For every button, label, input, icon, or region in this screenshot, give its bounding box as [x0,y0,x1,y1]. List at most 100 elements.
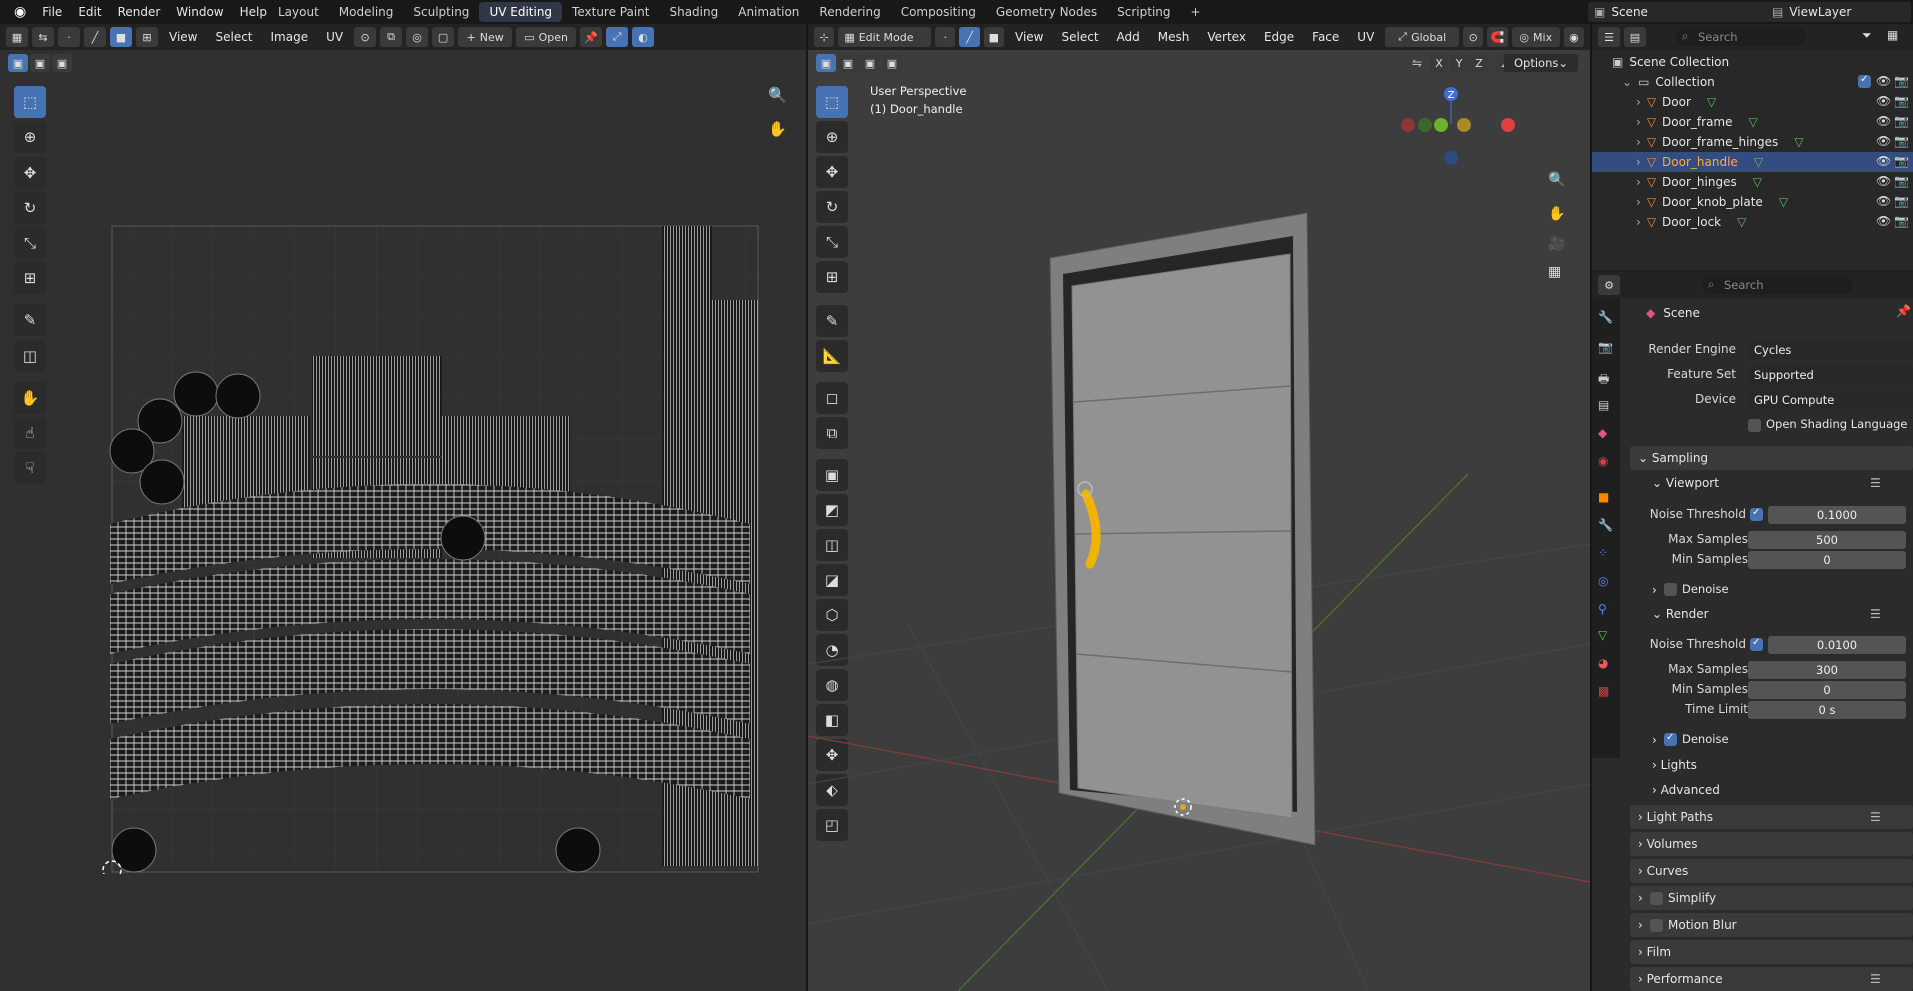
outliner-item[interactable]: › ▽ Door ▽ 👁 📷 [1592,92,1913,112]
pivot-icon[interactable]: ⊙ [354,27,377,47]
tab-rendering[interactable]: Rendering [809,2,890,22]
item-render-icon[interactable]: 📷 [1894,134,1909,148]
simplify-checkbox[interactable] [1650,892,1663,905]
outliner-item[interactable]: › ▽ Door_lock ▽ 👁 📷 [1592,212,1913,232]
menu-render[interactable]: Render [110,5,169,19]
mesh-data-icon[interactable]: ▽ [1754,155,1763,169]
r-max-field[interactable]: 300 [1748,661,1906,679]
mesh-data-icon[interactable]: ▽ [1753,175,1762,189]
open-image-button[interactable]: ▭ Open [516,27,577,47]
scene-selector[interactable]: ▣ Scene [1588,2,1778,22]
outliner-search[interactable]: ⌕ Search [1676,27,1806,46]
scene-collection-row[interactable]: ▣ Scene Collection [1592,52,1858,72]
transform-tool-icon[interactable]: ⊞ [14,262,46,294]
collection-row[interactable]: ⌄ ▭ Collection 👁 📷 [1592,72,1913,92]
uv-menu-select[interactable]: Select [208,30,259,44]
performance-presets-icon[interactable]: ☰ [1870,972,1881,986]
vp-denoise-checkbox[interactable] [1664,583,1677,596]
physics-tab-icon[interactable]: ◎ [1598,574,1608,588]
texture-tab-icon[interactable]: ▩ [1598,684,1609,698]
lights-subpanel[interactable]: › Lights [1652,758,1697,772]
output-tab-icon[interactable]: 🖶 [1598,370,1609,391]
item-expand-icon[interactable]: › [1636,95,1641,109]
relax-tool-icon[interactable]: ☝ [14,417,46,449]
uv-gizmo-icon[interactable]: ⤢ [606,27,629,47]
modifier-tab-icon[interactable]: 🔧 [1598,518,1613,532]
item-visibility-icon[interactable]: 👁 [1876,154,1891,168]
material-tab-icon[interactable]: ◕ [1598,656,1608,670]
cursor-tool-icon[interactable]: ⊕ [14,121,46,153]
tab-sculpting[interactable]: Sculpting [403,2,479,22]
edge-select-icon[interactable]: ╱ [84,27,106,47]
item-expand-icon[interactable]: › [1636,195,1641,209]
collection-expand-icon[interactable]: ⌄ [1622,75,1632,89]
rotate-tool-icon[interactable]: ↻ [14,192,46,224]
constraints-tab-icon[interactable]: ⚲ [1598,602,1607,616]
collection-visibility-icon[interactable]: 👁 [1876,74,1891,88]
vp-noise-checkbox[interactable] [1750,507,1763,521]
device-dropdown[interactable]: GPU Compute [1748,391,1913,409]
light-paths-presets-icon[interactable]: ☰ [1870,810,1881,824]
mesh-data-icon[interactable]: ▽ [1779,195,1788,209]
tab-modeling[interactable]: Modeling [329,2,404,22]
image-browse-icon[interactable]: ▢ [432,27,455,47]
sync-selection-icon[interactable]: ⇆ [32,27,54,47]
r-denoise-expand-icon[interactable]: › [1652,733,1657,747]
item-visibility-icon[interactable]: 👁 [1876,214,1891,228]
editor-type-icon[interactable]: ▦ [6,27,28,47]
outliner-item[interactable]: › ▽ Door_hinges ▽ 👁 📷 [1592,172,1913,192]
item-visibility-icon[interactable]: 👁 [1876,134,1891,148]
render-engine-dropdown[interactable]: Cycles [1748,341,1913,359]
zoom-icon[interactable]: 🔍 [768,86,787,104]
uv-menu-view[interactable]: View [162,30,204,44]
viewport-presets-icon[interactable]: ☰ [1870,476,1881,490]
view-layer-tab-icon[interactable]: ▤ [1598,398,1609,412]
sticky-select-icon[interactable]: ⊞ [136,27,158,47]
mesh-data-icon[interactable]: ▽ [1737,215,1746,229]
blender-logo-icon[interactable]: ◉ [6,4,34,20]
tab-uv-editing[interactable]: UV Editing [479,2,563,22]
r-noise-field[interactable]: 0.0100 [1768,636,1906,654]
motion-blur-expand-icon[interactable]: › [1638,918,1643,932]
mesh-data-icon[interactable]: ▽ [1749,115,1758,129]
pinch-tool-icon[interactable]: ☟ [14,452,46,484]
item-render-icon[interactable]: 📷 [1894,214,1909,228]
item-visibility-icon[interactable]: 👁 [1876,194,1891,208]
vp-noise-field[interactable]: 0.1000 [1768,506,1906,524]
uv-menu-image[interactable]: Image [264,30,316,44]
outliner-item[interactable]: › ▽ Door_frame ▽ 👁 📷 [1592,112,1913,132]
motion-blur-checkbox[interactable] [1650,919,1663,932]
outliner-item[interactable]: › ▽ Door_knob_plate ▽ 👁 📷 [1592,192,1913,212]
mesh-data-icon[interactable]: ▽ [1707,95,1716,109]
vp-min-field[interactable]: 0 [1748,551,1906,569]
advanced-subpanel[interactable]: › Advanced [1652,783,1720,797]
scene-tab-icon[interactable]: ◆ [1598,426,1607,440]
tab-texture-paint[interactable]: Texture Paint [562,2,659,22]
new-collection-icon[interactable]: ▦ [1887,28,1898,42]
rip-tool-icon[interactable]: ◫ [14,340,46,372]
item-render-icon[interactable]: 📷 [1894,174,1909,188]
feature-set-dropdown[interactable]: Supported [1748,366,1913,384]
item-render-icon[interactable]: 📷 [1894,114,1909,128]
3d-viewport[interactable]: ⊹ ▦ Edit Mode · ╱ ■ View Select Add Mesh… [808,24,1590,991]
select-box-tool-icon[interactable]: ⬚ [14,86,46,118]
scale-tool-icon[interactable]: ⤡ [14,227,46,259]
proportional-icon[interactable]: ◎ [406,27,429,47]
select-new-icon[interactable]: ▣ [8,54,28,72]
tab-shading[interactable]: Shading [659,2,728,22]
tool-tab-icon[interactable]: 🔧 [1598,310,1613,324]
vp-max-field[interactable]: 500 [1748,531,1906,549]
film-panel[interactable] [1630,940,1913,964]
item-visibility-icon[interactable]: 👁 [1876,114,1891,128]
outliner-item[interactable]: › ▽ Door_handle ▽ 👁 📷 [1592,152,1913,172]
menu-file[interactable]: File [34,5,70,19]
menu-window[interactable]: Window [168,5,231,19]
render-subpanel[interactable]: ⌄ Render [1652,607,1709,621]
simplify-expand-icon[interactable]: › [1638,891,1643,905]
tab-compositing[interactable]: Compositing [891,2,986,22]
r-min-field[interactable]: 0 [1748,681,1906,699]
outliner-item[interactable]: › ▽ Door_frame_hinges ▽ 👁 📷 [1592,132,1913,152]
display-mode-icon[interactable]: ▤ [1624,27,1646,47]
tab-animation[interactable]: Animation [728,2,809,22]
snap-icon[interactable]: ⧉ [380,27,403,47]
